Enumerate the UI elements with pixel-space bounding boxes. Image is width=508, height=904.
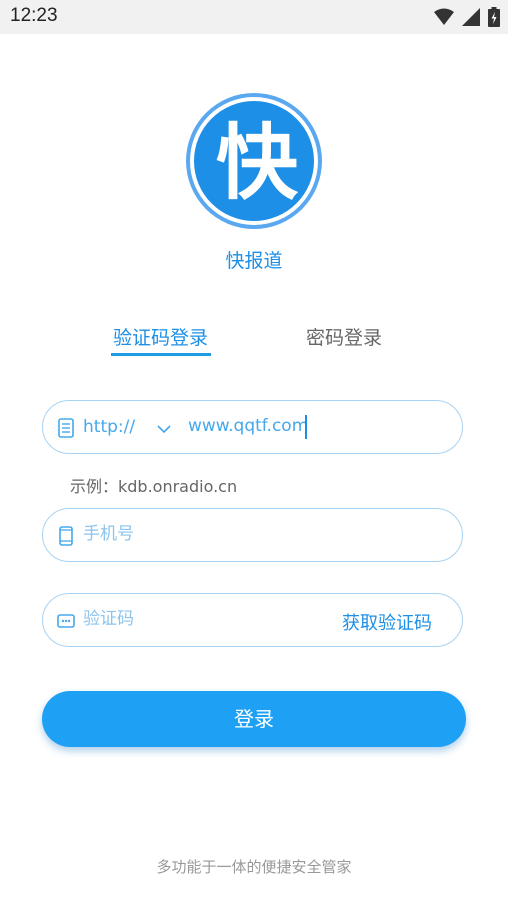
url-example-hint: 示例：kdb.onradio.cn (70, 477, 238, 496)
battery-icon (488, 7, 500, 27)
status-icons (434, 7, 500, 27)
cell-signal-icon (462, 8, 480, 26)
wifi-icon (434, 8, 454, 25)
chevron-down-icon[interactable] (157, 422, 171, 436)
status-bar: 12:23 (0, 0, 508, 34)
app-name: 快报道 (225, 250, 283, 272)
phone-field[interactable] (42, 508, 463, 562)
get-code-button[interactable]: 获取验证码 (342, 609, 432, 635)
logo-glyph: 快 (216, 116, 299, 211)
footer-slogan: 多功能于一体的便捷安全管家 (156, 858, 352, 876)
keypad-icon (57, 614, 75, 628)
protocol-select[interactable]: http:// (83, 417, 135, 437)
phone-icon (59, 526, 73, 546)
text-cursor (305, 415, 307, 439)
app-logo: 快 (186, 93, 322, 229)
server-url-field[interactable]: http:// www.qqtf.com (42, 400, 463, 454)
tab-code-login[interactable]: 验证码登录 (113, 323, 208, 350)
server-url-input[interactable]: www.qqtf.com (188, 416, 358, 436)
verification-code-input[interactable] (83, 609, 313, 629)
verification-code-field[interactable]: 获取验证码 (42, 593, 463, 647)
login-button[interactable]: 登录 (42, 691, 466, 747)
phone-input[interactable] (83, 524, 313, 544)
active-tab-indicator (111, 353, 211, 356)
status-time: 12:23 (10, 5, 58, 26)
document-icon (58, 418, 74, 438)
tab-password-login[interactable]: 密码登录 (306, 323, 382, 350)
